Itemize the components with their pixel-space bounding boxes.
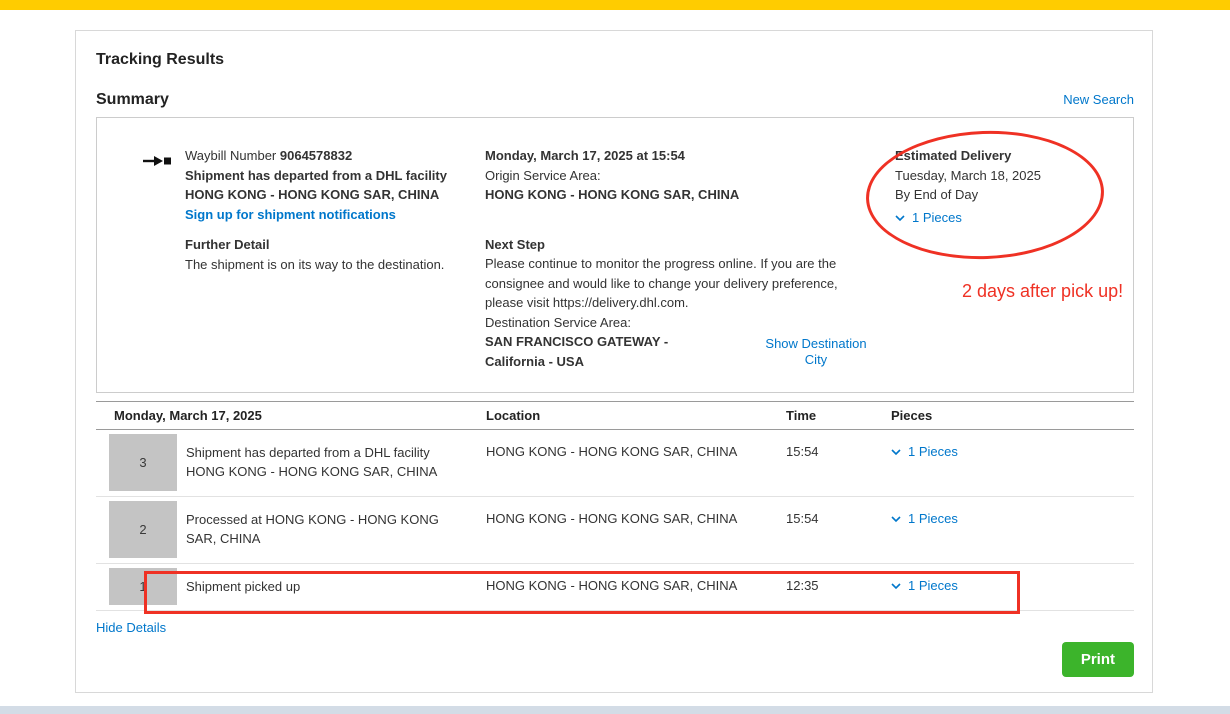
event-number-badge: 1 <box>109 568 177 605</box>
event-description: Shipment has departed from a DHL facilit… <box>186 430 468 496</box>
status-line-1: Shipment has departed from a DHL facilit… <box>185 166 485 186</box>
events-table-body: 3 Shipment has departed from a DHL facil… <box>96 430 1134 611</box>
further-detail-text: The shipment is on its way to the destin… <box>185 255 485 275</box>
waybill-number: 9064578832 <box>280 148 352 163</box>
signup-notifications-link[interactable]: Sign up for shipment notifications <box>185 207 396 222</box>
origin-service-area-value: HONG KONG - HONG KONG SAR, CHINA <box>485 185 870 205</box>
event-description: Processed at HONG KONG - HONG KONG SAR, … <box>186 497 468 563</box>
shipment-summary-panel: Waybill Number 9064578832 Shipment has d… <box>96 117 1134 393</box>
event-time: 15:54 <box>786 497 891 563</box>
row-pieces-link[interactable]: 1 Pieces <box>891 578 958 593</box>
row-pieces-link[interactable]: 1 Pieces <box>891 444 958 459</box>
row-pieces-label: 1 Pieces <box>908 511 958 526</box>
dhl-yellow-header-bar <box>0 0 1230 10</box>
waybill-label: Waybill Number <box>185 148 276 163</box>
row-pieces-label: 1 Pieces <box>908 578 958 593</box>
page-title: Tracking Results <box>96 31 1134 69</box>
estimated-delivery-date: Tuesday, March 18, 2025 <box>895 166 1105 186</box>
origin-service-area-label: Origin Service Area: <box>485 166 870 186</box>
status-line-2: HONG KONG - HONG KONG SAR, CHINA <box>185 185 485 205</box>
table-row: 3 Shipment has departed from a DHL facil… <box>96 430 1134 497</box>
waybill-line: Waybill Number 9064578832 <box>185 146 485 166</box>
header-date: Monday, March 17, 2025 <box>96 408 486 423</box>
chevron-down-icon <box>891 578 908 593</box>
event-location: HONG KONG - HONG KONG SAR, CHINA <box>486 564 786 610</box>
event-time: 15:54 <box>786 430 891 496</box>
print-button[interactable]: Print <box>1062 642 1134 677</box>
event-number-badge: 3 <box>109 434 177 491</box>
table-row: 1 Shipment picked up HONG KONG - HONG KO… <box>96 564 1134 611</box>
event-datetime: Monday, March 17, 2025 at 15:54 <box>485 146 870 166</box>
header-location: Location <box>486 408 786 423</box>
header-time: Time <box>786 408 891 423</box>
destination-service-area-value: SAN FRANCISCO GATEWAY - California - USA <box>485 332 720 371</box>
event-time: 12:35 <box>786 564 891 610</box>
tracking-results-card: Tracking Results Summary New Search Wayb… <box>75 30 1153 693</box>
row-pieces-label: 1 Pieces <box>908 444 958 459</box>
page-bottom-edge <box>0 706 1230 714</box>
estimated-delivery-time: By End of Day <box>895 185 1105 205</box>
summary-pieces-label: 1 Pieces <box>912 208 962 228</box>
new-search-link[interactable]: New Search <box>1063 92 1134 107</box>
chevron-down-icon <box>895 208 912 228</box>
chevron-down-icon <box>891 444 908 459</box>
table-row: 2 Processed at HONG KONG - HONG KONG SAR… <box>96 497 1134 564</box>
event-location: HONG KONG - HONG KONG SAR, CHINA <box>486 497 786 563</box>
event-location: HONG KONG - HONG KONG SAR, CHINA <box>486 430 786 496</box>
further-detail-label: Further Detail <box>185 235 485 255</box>
summary-pieces-link[interactable]: 1 Pieces <box>895 208 962 228</box>
next-step-label: Next Step <box>485 235 870 255</box>
estimated-delivery-label: Estimated Delivery <box>895 146 1105 166</box>
show-destination-city-link[interactable]: Show Destination City <box>757 336 875 368</box>
hide-details-link[interactable]: Hide Details <box>96 620 166 635</box>
next-step-text: Please continue to monitor the progress … <box>485 254 870 313</box>
summary-heading: Summary <box>96 91 169 109</box>
header-pieces: Pieces <box>891 408 1134 423</box>
row-pieces-link[interactable]: 1 Pieces <box>891 511 958 526</box>
event-number-badge: 2 <box>109 501 177 558</box>
event-description: Shipment picked up <box>186 564 468 610</box>
destination-service-area-label: Destination Service Area: <box>485 313 870 333</box>
chevron-down-icon <box>891 511 908 526</box>
departed-facility-icon <box>143 154 171 172</box>
events-table-header: Monday, March 17, 2025 Location Time Pie… <box>96 401 1134 430</box>
